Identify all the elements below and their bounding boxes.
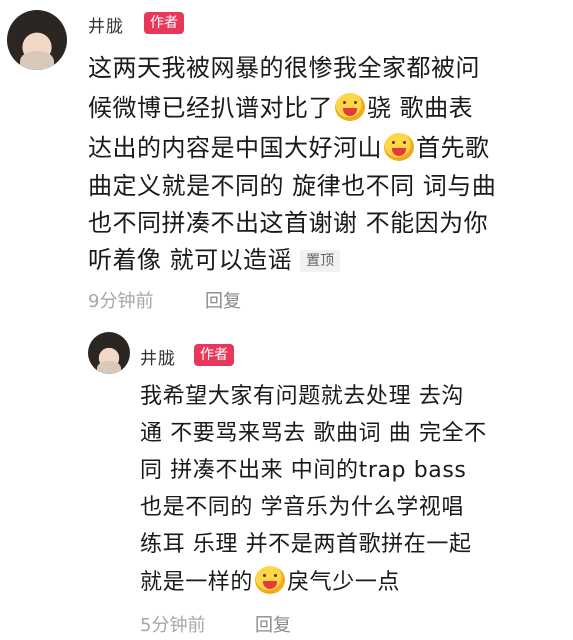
blushing-face-icon xyxy=(384,133,414,161)
comment-line-text: 骁 歌曲表 xyxy=(367,94,474,122)
author-badge: 作者 xyxy=(194,344,234,366)
reply-button[interactable]: 回复 xyxy=(255,611,291,637)
reply-line: 我希望大家有问题就去处理 去沟 xyxy=(140,384,464,409)
reply-line: 通 不要骂来骂去 歌曲词 曲 完全不 xyxy=(140,421,487,446)
comment-line: 曲定义就是不同的 旋律也不同 词与曲 xyxy=(88,172,497,200)
comment-line: 听着像 就可以造谣 置顶 xyxy=(88,244,341,276)
author-name[interactable]: 井胧 xyxy=(140,344,176,369)
pinned-badge: 置顶 xyxy=(300,250,341,272)
comment-line: 这两天我被网暴的很惨我全家都被问 xyxy=(88,54,480,82)
comment-line: 候微博已经扒谱对比了 骁 歌曲表 xyxy=(88,92,473,124)
avatar[interactable] xyxy=(7,10,67,70)
comment-time: 9分钟前 xyxy=(88,291,154,312)
reply-line: 同 拼凑不出来 中间的trap bass xyxy=(140,458,467,483)
author-name[interactable]: 井胧 xyxy=(88,12,124,37)
comment-line-text: 听着像 就可以造谣 xyxy=(88,246,293,274)
reply-line: 练耳 乐理 并不是两首歌拼在一起 xyxy=(140,532,472,557)
comment-line-text: 候微博已经扒谱对比了 xyxy=(88,94,333,122)
reply-line-text: 戾气少一点 xyxy=(287,570,401,595)
comment-line: 也不同拼凑不出这首谢谢 不能因为你 xyxy=(88,209,489,237)
avatar[interactable] xyxy=(88,332,130,374)
author-badge: 作者 xyxy=(144,12,184,34)
blushing-face-icon xyxy=(255,566,286,594)
comment-line: 达出的内容是中国大好河山 首先歌 xyxy=(88,132,490,164)
blushing-face-icon xyxy=(335,93,365,121)
reply-line-text: 就是一样的 xyxy=(140,570,254,595)
comment-line-text: 首先歌 xyxy=(416,134,490,162)
reply-line: 也是不同的 学音乐为什么学视唱 xyxy=(140,495,464,520)
reply-line: 就是一样的 戾气少一点 xyxy=(140,566,400,599)
reply-button[interactable]: 回复 xyxy=(205,287,241,313)
reply-time: 5分钟前 xyxy=(140,615,206,636)
comment-line-text: 达出的内容是中国大好河山 xyxy=(88,134,382,162)
